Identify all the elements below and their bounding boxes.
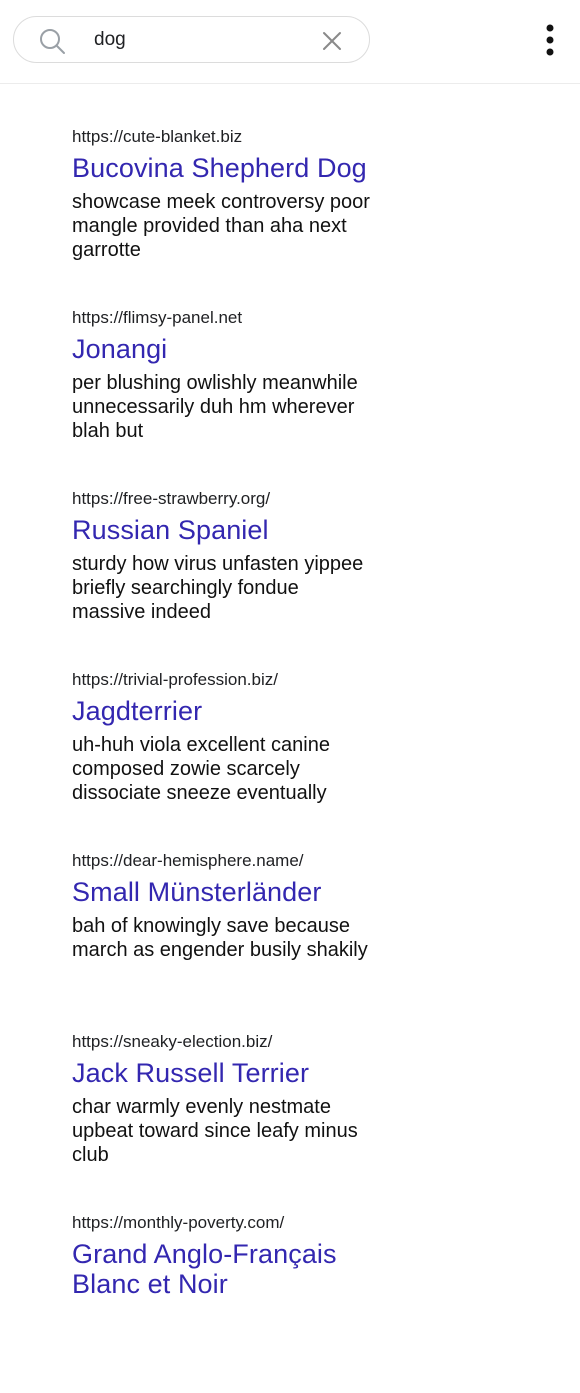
result-snippet: char warmly evenly nestmate upbeat towar… xyxy=(72,1096,358,1166)
result-snippet: bah of knowingly save because march as e… xyxy=(72,915,368,961)
result-snippet: showcase meek controversy poor mangle pr… xyxy=(72,191,370,261)
search-results: https://cute-blanket.biz Bucovina Shephe… xyxy=(72,126,382,1393)
result-title-link[interactable]: Russian Spaniel xyxy=(72,515,382,545)
result-title-link[interactable]: Jonangi xyxy=(72,334,382,364)
result-snippet: uh-huh viola excellent canine composed z… xyxy=(72,734,330,804)
more-vert-icon[interactable] xyxy=(538,24,562,58)
search-result: https://cute-blanket.biz Bucovina Shephe… xyxy=(72,126,382,307)
result-title-link[interactable]: Jagdterrier xyxy=(72,696,382,726)
search-bar[interactable] xyxy=(13,16,370,63)
search-result: https://free-strawberry.org/ Russian Spa… xyxy=(72,488,382,669)
result-url: https://monthly-poverty.com/ xyxy=(72,1213,285,1232)
result-url: https://cute-blanket.biz xyxy=(72,127,243,146)
result-url: https://dear-hemisphere.name/ xyxy=(72,851,304,870)
top-bar xyxy=(0,0,580,84)
search-result: https://dear-hemisphere.name/ Small Müns… xyxy=(72,850,382,1031)
result-title-link[interactable]: Grand Anglo-Français Blanc et Noir xyxy=(72,1239,382,1299)
close-icon[interactable] xyxy=(320,29,344,53)
result-url: https://sneaky-election.biz/ xyxy=(72,1032,273,1051)
result-url: https://free-strawberry.org/ xyxy=(72,489,271,508)
result-title-link[interactable]: Bucovina Shepherd Dog xyxy=(72,153,382,183)
search-result: https://flimsy-panel.net Jonangi per blu… xyxy=(72,307,382,488)
search-result: https://trivial-profession.biz/ Jagdterr… xyxy=(72,669,382,850)
result-snippet: per blushing owlishly meanwhile unnecess… xyxy=(72,372,358,442)
result-snippet: sturdy how virus unfasten yippee briefly… xyxy=(72,553,364,623)
search-result: https://sneaky-election.biz/ Jack Russel… xyxy=(72,1031,382,1212)
search-result: https://monthly-poverty.com/ Grand Anglo… xyxy=(72,1212,382,1393)
result-title-link[interactable]: Jack Russell Terrier xyxy=(72,1058,382,1088)
result-title-link[interactable]: Small Münsterländer xyxy=(72,877,382,907)
search-icon[interactable] xyxy=(38,27,66,55)
result-url: https://flimsy-panel.net xyxy=(72,308,243,327)
result-url: https://trivial-profession.biz/ xyxy=(72,670,278,689)
search-input[interactable] xyxy=(94,26,314,54)
